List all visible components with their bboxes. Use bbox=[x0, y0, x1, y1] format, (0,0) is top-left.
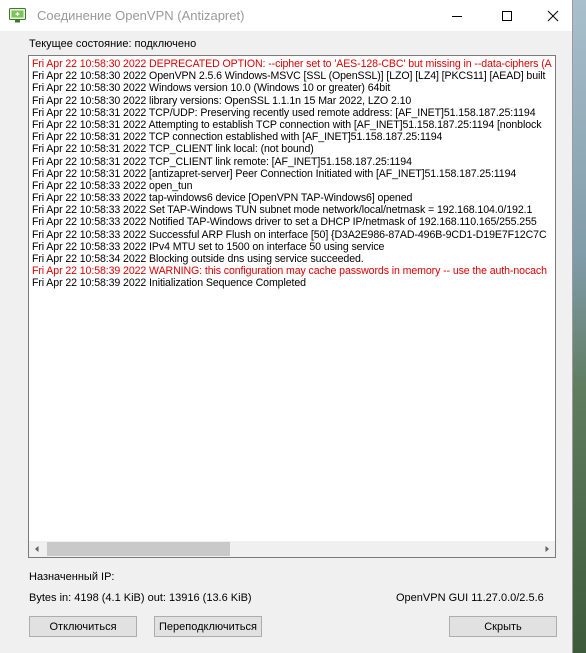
log-line: Fri Apr 22 10:58:31 2022 TCP_CLIENT link… bbox=[32, 155, 412, 168]
maximize-button[interactable] bbox=[484, 0, 530, 31]
scroll-left-arrow-icon[interactable] bbox=[33, 545, 41, 553]
bytes-counter: Bytes in: 4198 (4.1 KiB) out: 13916 (13.… bbox=[29, 592, 252, 604]
log-line: Fri Apr 22 10:58:39 2022 WARNING: this c… bbox=[32, 265, 547, 278]
log-line: Fri Apr 22 10:58:33 2022 Successful ARP … bbox=[32, 228, 547, 241]
desktop-background bbox=[572, 0, 586, 653]
connection-status: Текущее состояние: подключено bbox=[29, 38, 197, 50]
disconnect-button[interactable]: Отключиться bbox=[29, 616, 137, 637]
close-icon bbox=[547, 10, 559, 22]
scrollbar-thumb[interactable] bbox=[47, 542, 230, 556]
log-line: Fri Apr 22 10:58:33 2022 Set TAP-Windows… bbox=[32, 204, 533, 217]
log-lines-container: Fri Apr 22 10:58:30 2022 DEPRECATED OPTI… bbox=[32, 58, 554, 542]
gui-version: OpenVPN GUI 11.27.0.0/2.5.6 bbox=[396, 592, 544, 604]
log-line: Fri Apr 22 10:58:30 2022 library version… bbox=[32, 94, 412, 107]
log-line: Fri Apr 22 10:58:30 2022 Windows version… bbox=[32, 82, 391, 95]
scroll-right-arrow-icon[interactable] bbox=[543, 545, 551, 553]
log-view[interactable]: Fri Apr 22 10:58:30 2022 DEPRECATED OPTI… bbox=[28, 55, 556, 558]
log-line: Fri Apr 22 10:58:34 2022 Blocking outsid… bbox=[32, 253, 364, 265]
log-line: Fri Apr 22 10:58:31 2022 TCP/UDP: Preser… bbox=[32, 106, 536, 119]
log-line: Fri Apr 22 10:58:31 2022 TCP connection … bbox=[32, 131, 443, 144]
hide-button[interactable]: Скрыть bbox=[449, 616, 557, 637]
log-line: Fri Apr 22 10:58:33 2022 Notified TAP-Wi… bbox=[32, 216, 537, 229]
reconnect-button[interactable]: Переподключиться bbox=[154, 616, 262, 637]
minimize-icon bbox=[452, 16, 462, 17]
log-line: Fri Apr 22 10:58:33 2022 open_tun bbox=[32, 179, 193, 192]
log-line: Fri Apr 22 10:58:30 2022 OpenVPN 2.5.6 W… bbox=[32, 70, 546, 83]
window-title: Соединение OpenVPN (Antizapret) bbox=[37, 8, 245, 23]
title-bar[interactable]: Соединение OpenVPN (Antizapret) bbox=[0, 0, 572, 31]
log-line: Fri Apr 22 10:58:31 2022 Attempting to e… bbox=[32, 118, 542, 131]
openvpn-app-icon bbox=[9, 8, 26, 23]
maximize-icon bbox=[502, 11, 512, 21]
log-line: Fri Apr 22 10:58:31 2022 TCP_CLIENT link… bbox=[32, 143, 314, 156]
assigned-ip-label: Назначенный IP: bbox=[29, 571, 115, 583]
horizontal-scrollbar[interactable] bbox=[29, 541, 555, 557]
log-line: Fri Apr 22 10:58:33 2022 IPv4 MTU set to… bbox=[32, 240, 385, 253]
log-line: Fri Apr 22 10:58:30 2022 DEPRECATED OPTI… bbox=[32, 58, 552, 70]
log-line: Fri Apr 22 10:58:31 2022 [antizapret-ser… bbox=[32, 167, 517, 180]
log-line: Fri Apr 22 10:58:39 2022 Initialization … bbox=[32, 277, 306, 290]
close-button[interactable] bbox=[530, 0, 576, 31]
log-line: Fri Apr 22 10:58:33 2022 tap-windows6 de… bbox=[32, 192, 413, 205]
openvpn-connection-window: Соединение OpenVPN (Antizapret) Текущее … bbox=[0, 0, 572, 653]
minimize-button[interactable] bbox=[434, 0, 480, 31]
